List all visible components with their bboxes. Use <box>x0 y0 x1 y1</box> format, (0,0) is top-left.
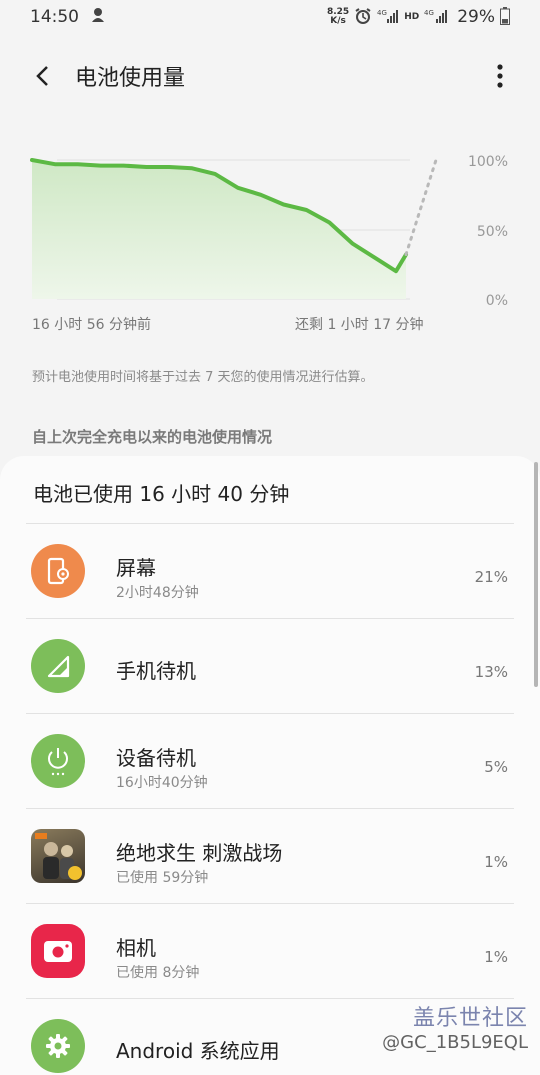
usage-row-phone-standby[interactable]: 手机待机 13% <box>26 618 514 713</box>
watermark-brand: 盖乐世社区 <box>412 1006 528 1031</box>
usage-row-camera[interactable]: 相机 已使用 8分钟 1% <box>26 903 514 998</box>
svg-text:4G: 4G <box>424 9 434 17</box>
item-sub: 2小时48分钟 <box>116 585 199 601</box>
item-name: 绝地求生 刺激战场 <box>116 841 283 865</box>
battery-usage-chart: 100% 50% 0% 16 小时 56 分钟前 还剩 1 小时 17 分钟 <box>0 140 540 340</box>
game-app-icon <box>31 829 85 883</box>
item-name: 手机待机 <box>116 659 196 683</box>
clock: 14:50 <box>30 7 79 27</box>
network-speed: 8.25 K/s <box>326 7 350 26</box>
item-name: 相机 <box>116 936 156 960</box>
estimate-description: 预计电池使用时间将基于过去 7 天您的使用情况进行估算。 <box>32 370 374 385</box>
watermark: 盖乐世社区 @GC_1B5L9EQL <box>382 1000 528 1053</box>
app-bar: 电池使用量 <box>0 48 540 104</box>
item-sub: 已使用 8分钟 <box>116 965 200 981</box>
projection-line <box>404 158 438 257</box>
usage-row-device-standby[interactable]: 设备待机 16小时40分钟 5% <box>26 713 514 808</box>
notification-icon <box>89 6 107 29</box>
item-percent: 21% <box>474 568 508 586</box>
back-icon[interactable] <box>28 61 58 91</box>
power-icon <box>31 734 85 788</box>
x-end-label: 还剩 1 小时 17 分钟 <box>295 317 424 333</box>
signal-icon <box>31 639 85 693</box>
item-sub: 已使用 59分钟 <box>116 870 209 886</box>
item-name: 设备待机 <box>116 746 196 770</box>
signal-4g-icon: 4G <box>377 8 399 27</box>
y-tick-100: 100% <box>468 154 508 170</box>
gear-icon <box>31 1019 85 1073</box>
usage-row-pubg[interactable]: 绝地求生 刺激战场 已使用 59分钟 1% <box>26 808 514 903</box>
x-start-label: 16 小时 56 分钟前 <box>32 317 151 333</box>
item-percent: 5% <box>484 758 508 776</box>
status-bar: 14:50 8.25 K/s 4G HD 4G 29% <box>0 0 540 34</box>
item-percent: 13% <box>474 663 508 681</box>
y-tick-0: 0% <box>486 293 508 309</box>
screen-icon <box>31 544 85 598</box>
y-tick-50: 50% <box>477 224 508 240</box>
alarm-icon <box>354 7 372 28</box>
camera-icon <box>31 924 85 978</box>
section-title: 自上次完全充电以来的电池使用情况 <box>32 428 273 446</box>
usage-summary: 电池已使用 16 小时 40 分钟 <box>33 482 290 506</box>
chart-svg: 100% 50% 0% <box>30 154 508 309</box>
usage-card: 电池已使用 16 小时 40 分钟 屏幕 2小时48分钟 21% 手机待机 13… <box>0 456 540 1075</box>
more-options-icon[interactable] <box>490 62 510 90</box>
usage-row-screen[interactable]: 屏幕 2小时48分钟 21% <box>26 523 514 618</box>
hd-label: HD <box>404 12 420 22</box>
item-sub: 16小时40分钟 <box>116 775 208 791</box>
watermark-user: @GC_1B5L9EQL <box>382 1032 528 1053</box>
item-name: 屏幕 <box>116 556 156 580</box>
item-percent: 1% <box>484 948 508 966</box>
scrollbar[interactable] <box>534 462 538 687</box>
item-percent: 1% <box>484 853 508 871</box>
page-title: 电池使用量 <box>75 66 186 91</box>
battery-percent: 29% <box>457 7 495 27</box>
battery-icon <box>500 6 510 28</box>
signal-4g-2-icon: 4G <box>424 8 450 27</box>
item-name: Android 系统应用 <box>116 1039 280 1063</box>
svg-text:4G: 4G <box>377 9 387 17</box>
